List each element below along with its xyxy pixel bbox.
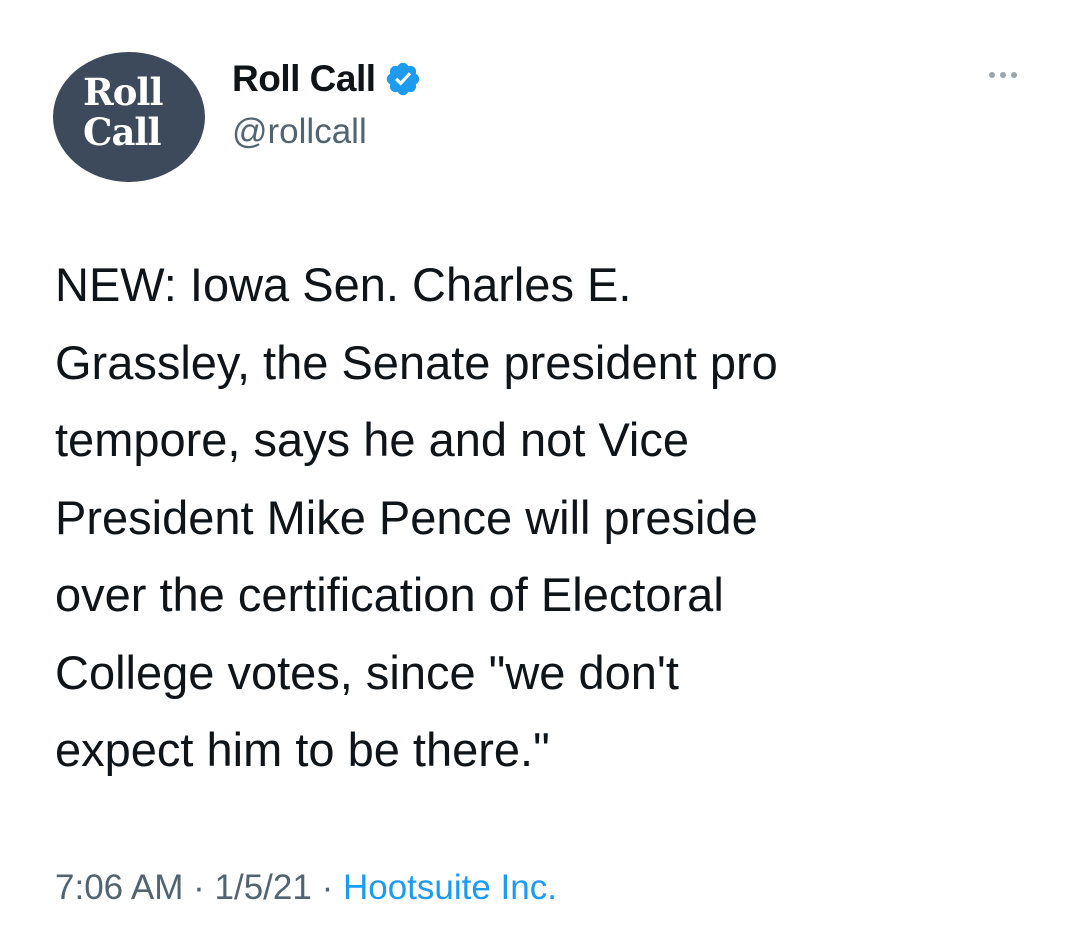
tweet-text-line: NEW: Iowa Sen. Charles E. (55, 258, 632, 311)
tweet-text: NEW: Iowa Sen. Charles E. Grassley, the … (55, 246, 1045, 789)
tweet-time[interactable]: 7:06 AM (55, 868, 183, 907)
more-dot (1011, 72, 1017, 78)
meta-separator: · (311, 868, 343, 907)
tweet-date[interactable]: 1/5/21 (215, 868, 312, 907)
more-dot (989, 72, 995, 78)
tweet-text-line: Grassley, the Senate president pro (55, 335, 778, 389)
meta-separator: · (183, 868, 215, 907)
author-name-row: Roll Call (232, 56, 422, 102)
tweet-meta: 7:06 AM · 1/5/21 · Hootsuite Inc. (55, 866, 557, 910)
more-dot (1000, 72, 1006, 78)
display-name[interactable]: Roll Call (232, 56, 376, 102)
verified-badge-icon (384, 60, 422, 98)
tweet-text-line: tempore, says he and not Vice (55, 413, 690, 466)
avatar-logo-line2: Call (83, 110, 162, 154)
avatar-logo: Roll Call (83, 72, 193, 152)
avatar-logo-line1: Roll (83, 70, 164, 114)
tweet-source-link[interactable]: Hootsuite Inc. (343, 868, 557, 907)
tweet-text-line: over the certification of Electoral (55, 568, 724, 621)
tweet-text-line: President Mike Pence will preside (55, 490, 758, 544)
tweet-card: Roll Call Roll Call @rollcall NEW: Iowa … (0, 0, 1080, 942)
author-handle[interactable]: @rollcall (232, 110, 367, 154)
tweet-text-line: College votes, since "we don't (55, 645, 679, 699)
avatar[interactable]: Roll Call (53, 52, 205, 182)
more-options-icon[interactable] (978, 62, 1028, 88)
tweet-text-line: expect him to be there." (55, 723, 550, 776)
